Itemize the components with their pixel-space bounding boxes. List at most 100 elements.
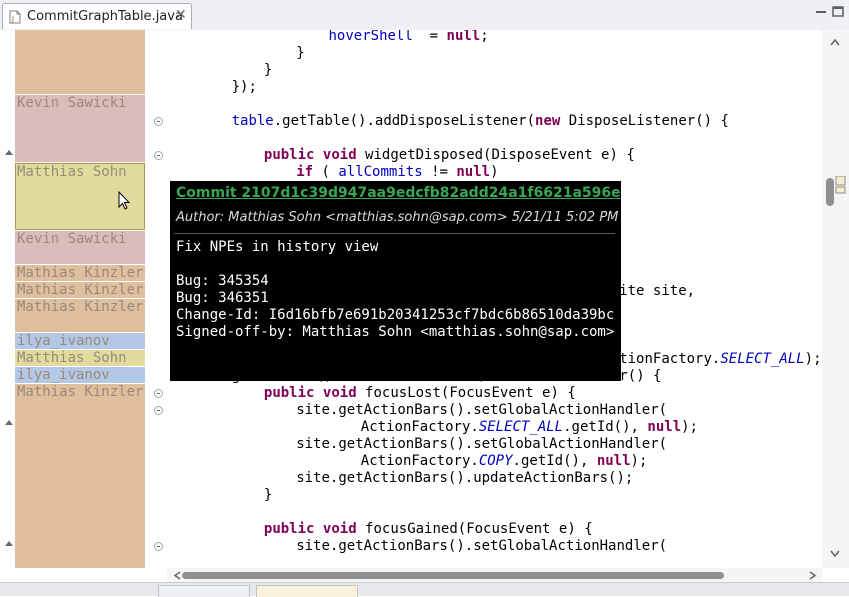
commit-link[interactable]: Commit 2107d1c39d947aa9edcfb82add24a1f66… xyxy=(176,185,621,201)
scroll-up-icon[interactable] xyxy=(830,38,840,46)
blame-block[interactable]: ilya_ivanov xyxy=(15,367,145,383)
code-line: public void focusGained(FocusEvent e) { xyxy=(264,521,593,538)
scroll-left-icon[interactable] xyxy=(173,571,181,580)
code-text: ( xyxy=(313,164,339,180)
blame-author: Mathias Kinzler xyxy=(17,384,144,400)
vertical-scrollbar[interactable] xyxy=(822,30,849,568)
blame-author: Kevin Sawicki xyxy=(17,95,127,111)
code-line: ActionFactory.COPY.getId(), null); xyxy=(361,453,648,470)
code-keyword: void xyxy=(322,147,357,163)
collapse-marker-icon[interactable] xyxy=(5,150,13,155)
blame-author: Matthias Sohn xyxy=(17,350,127,366)
blame-author: Mathias Kinzler xyxy=(17,282,144,298)
fold-toggle-icon[interactable] xyxy=(154,117,163,126)
code-keyword: null xyxy=(446,30,481,44)
code-text: widgetDisposed(DisposeEvent e) { xyxy=(356,147,635,163)
code-text: ) xyxy=(490,164,499,180)
code-keyword: void xyxy=(322,521,357,537)
scroll-down-icon[interactable] xyxy=(830,550,840,558)
code-text: ); xyxy=(681,419,698,435)
blame-block[interactable]: Mathias Kinzler xyxy=(15,299,145,332)
code-text: .getId(), xyxy=(512,453,597,469)
blame-block[interactable]: Matthias Sohn xyxy=(15,350,145,366)
blame-block[interactable]: Mathias Kinzler xyxy=(15,282,145,298)
code-line: tionFactory.SELECT_ALL); xyxy=(619,351,821,368)
blame-block[interactable]: Mathias Kinzler xyxy=(15,265,145,281)
code-field: COPY xyxy=(478,453,513,469)
vertical-scroll-thumb[interactable] xyxy=(826,178,834,206)
maximize-icon[interactable] xyxy=(830,4,846,20)
code-line: site.getActionBars().updateActionBars(); xyxy=(296,470,633,487)
code-line: site.getActionBars().setGlobalActionHand… xyxy=(296,402,667,419)
fold-toggle-icon[interactable] xyxy=(154,151,163,160)
code-text: site.getActionBars().setGlobalActionHand… xyxy=(296,436,668,452)
code-keyword: null xyxy=(596,453,631,469)
scroll-right-icon[interactable] xyxy=(809,571,817,580)
code-text: }); xyxy=(231,79,257,95)
code-text: site.getActionBars().setGlobalActionHand… xyxy=(296,538,668,554)
code-text: tionFactory. xyxy=(619,351,721,367)
commit-author: Author: Matthias Sohn <matthias.sohn@sap… xyxy=(176,210,619,225)
code-text: } xyxy=(263,62,273,78)
annotation-markers-strip xyxy=(0,30,15,568)
code-text: .getTable().addDisposeListener( xyxy=(273,113,536,129)
code-line: hoverShell = null; xyxy=(329,30,489,45)
blame-author: Mathias Kinzler xyxy=(17,299,144,315)
code-keyword: public xyxy=(263,385,315,401)
horizontal-scrollbar[interactable] xyxy=(167,568,822,582)
code-text: ); xyxy=(804,351,822,367)
code-line: site.getActionBars().setGlobalActionHand… xyxy=(296,436,667,453)
blame-block-selected[interactable]: Matthias Sohn xyxy=(15,163,145,230)
code-text: } xyxy=(263,487,273,503)
fold-toggle-icon[interactable] xyxy=(154,542,163,551)
collapse-marker-icon[interactable] xyxy=(5,420,13,425)
commit-message: Fix NPEs in history view Bug: 345354 Bug… xyxy=(176,239,615,340)
blame-block[interactable]: Kevin Sawicki xyxy=(15,231,145,264)
close-icon[interactable]: ✕ xyxy=(175,7,187,23)
blame-block[interactable]: Mathias Kinzler xyxy=(15,384,145,568)
code-text: focusGained(FocusEvent e) { xyxy=(356,521,593,537)
code-text: ActionFactory. xyxy=(360,419,479,435)
collapse-marker-icon[interactable] xyxy=(5,541,13,546)
code-field: table xyxy=(231,113,274,129)
fold-toggle-icon[interactable] xyxy=(154,389,163,398)
blame-ruler: Kevin Sawicki Matthias Sohn Kevin Sawick… xyxy=(15,30,145,568)
bottom-panel-tab[interactable] xyxy=(158,585,250,597)
code-line: table.getTable().addDisposeListener(new … xyxy=(232,113,729,130)
blame-author: Matthias Sohn xyxy=(17,164,127,180)
code-field: hoverShell xyxy=(328,30,413,44)
java-file-icon: J xyxy=(9,10,21,24)
bottom-panel-tab[interactable] xyxy=(256,585,358,597)
bottom-panel-tabs xyxy=(0,582,849,597)
code-line: }); xyxy=(232,79,257,96)
minimize-icon[interactable] xyxy=(813,4,829,20)
code-keyword: new xyxy=(535,113,561,129)
folding-ruler xyxy=(145,30,167,568)
blame-author: ilya_ivanov xyxy=(17,333,110,349)
code-text: ); xyxy=(630,453,648,469)
code-keyword: void xyxy=(322,385,357,401)
blame-block[interactable]: ilya_ivanov xyxy=(15,333,145,349)
code-text: != xyxy=(422,164,457,180)
code-text: = xyxy=(412,30,447,44)
code-text: .getId(), xyxy=(563,419,648,435)
code-line: public void widgetDisposed(DisposeEvent … xyxy=(264,147,635,164)
code-line: site.getActionBars().setGlobalActionHand… xyxy=(296,538,667,555)
overview-ruler-mark[interactable] xyxy=(835,176,846,206)
code-line: } xyxy=(264,487,272,504)
code-keyword: public xyxy=(263,147,315,163)
editor-tab[interactable]: J CommitGraphTable.java ✕ xyxy=(2,3,192,29)
horizontal-scroll-thumb[interactable] xyxy=(182,572,724,579)
fold-toggle-icon[interactable] xyxy=(154,406,163,415)
code-text: site.getActionBars().updateActionBars(); xyxy=(296,470,634,486)
blame-author: Kevin Sawicki xyxy=(17,231,127,247)
code-field: SELECT_ALL xyxy=(720,351,805,367)
blame-block[interactable]: Kevin Sawicki xyxy=(15,95,145,162)
code-text: DisposeListener() { xyxy=(560,113,729,129)
code-keyword: null xyxy=(647,419,682,435)
code-keyword: if xyxy=(296,164,314,180)
blame-block[interactable] xyxy=(15,30,145,94)
